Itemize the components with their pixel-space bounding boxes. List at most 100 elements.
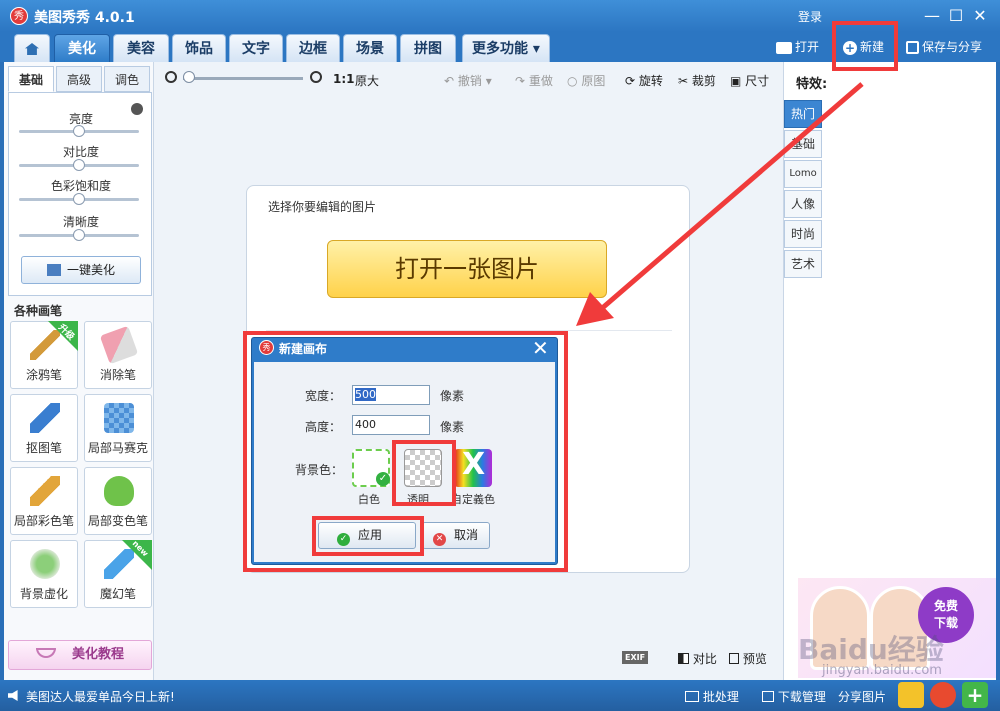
slider-knob[interactable] [73, 125, 85, 137]
preview-button[interactable]: 预览 [729, 650, 767, 667]
undo-button[interactable]: ↶ 撤销 ▾ [444, 72, 492, 89]
dialog-close-icon[interactable]: ✕ [532, 336, 549, 360]
batch-button[interactable]: 批处理 [685, 688, 739, 705]
zoom-slider-knob[interactable] [183, 71, 195, 83]
slider-knob[interactable] [73, 229, 85, 241]
saturation-slider[interactable] [19, 193, 139, 205]
preview-icon [729, 653, 739, 664]
tab-makeup[interactable]: 美容 [113, 34, 169, 62]
share-image-button[interactable]: 分享图片 [838, 688, 886, 705]
compare-button[interactable]: 对比 [678, 650, 717, 667]
tab-accessories[interactable]: 饰品 [172, 34, 226, 62]
watermark-url: jingyan.baidu.com [822, 663, 942, 678]
maximize-button[interactable]: ☐ [946, 6, 966, 26]
zoom-slider[interactable] [183, 77, 303, 80]
apply-button[interactable]: ✓ 应用 [318, 522, 416, 549]
fx-tab-lomo[interactable]: Lomo [784, 160, 822, 188]
resize-button[interactable]: ▣ 尺寸 [730, 72, 769, 89]
title-bar: 秀 美图秀秀 4.0.1 登录 — ☐ ✕ [0, 0, 1000, 32]
brush-label: 局部马赛克 [87, 441, 148, 455]
fx-tab-fashion[interactable]: 时尚 [784, 220, 822, 248]
paint-brush-icon [30, 476, 60, 506]
brush-recolor[interactable]: 局部变色笔 [84, 467, 152, 535]
contrast-slider[interactable] [19, 159, 139, 171]
tab-more[interactable]: 更多功能 ▾ [462, 34, 550, 62]
zoom-in-icon[interactable] [310, 71, 322, 83]
sharpness-label: 清晰度 [62, 215, 99, 229]
height-input[interactable]: 400 [352, 415, 430, 435]
minimize-button[interactable]: — [922, 6, 942, 26]
brush-bg-blur[interactable]: 背景虚化 [10, 540, 78, 608]
slider-knob[interactable] [73, 159, 85, 171]
brush-mosaic[interactable]: 局部马赛克 [84, 394, 152, 462]
brush-label: 局部彩色笔 [13, 514, 74, 528]
bg-color-label: 背景色： [295, 463, 344, 477]
bg-transparent-swatch[interactable] [404, 449, 442, 487]
zoom-ratio[interactable]: 1:1 [333, 72, 355, 86]
mosaic-icon [104, 403, 134, 433]
rotate-label: 旋转 [638, 74, 663, 88]
plus-icon[interactable]: + [962, 682, 988, 708]
download-manager-button[interactable]: 下载管理 [762, 688, 826, 705]
brush-magic[interactable]: new 魔幻笔 [84, 539, 152, 608]
cancel-label: 取消 [454, 528, 479, 542]
status-message[interactable]: 美图达人最爱单品今日上新! [26, 688, 175, 705]
subtab-tone[interactable]: 调色 [104, 66, 150, 92]
speaker-icon [8, 690, 18, 701]
redo-button[interactable]: ↷ 重做 [515, 72, 553, 89]
brush-eraser[interactable]: 消除笔 [84, 321, 152, 389]
cancel-circle-icon: ✕ [433, 533, 446, 546]
login-link[interactable]: 登录 [798, 8, 822, 25]
beautify-tutorial-button[interactable]: 美化教程 [8, 640, 152, 670]
zoom-out-icon[interactable] [165, 71, 177, 83]
subtab-basic[interactable]: 基础 [8, 66, 54, 92]
new-canvas-label: 新建 [860, 40, 885, 54]
home-icon [25, 43, 39, 55]
exif-badge[interactable]: EXIF [622, 651, 649, 664]
open-file-button[interactable]: 打开 [776, 38, 819, 55]
tab-collage[interactable]: 拼图 [400, 34, 456, 62]
chevron-down-icon[interactable]: ▾ [486, 74, 492, 88]
brush-cutout[interactable]: 抠图笔 [10, 394, 78, 462]
one-key-beautify-button[interactable]: 一键美化 [21, 256, 141, 284]
original-image-button[interactable]: ○ 原图 [567, 72, 605, 89]
preview-label: 预览 [742, 652, 767, 666]
tab-home[interactable] [14, 34, 50, 62]
tab-beautify[interactable]: 美化 [54, 34, 110, 62]
original-size-button[interactable]: 原大 [355, 72, 379, 89]
brush-section-title: 各种画笔 [14, 304, 63, 318]
fx-tab-art[interactable]: 艺术 [784, 250, 822, 278]
subtab-advanced[interactable]: 高级 [56, 66, 102, 92]
tab-frame[interactable]: 边框 [286, 34, 340, 62]
effects-title: 特效: [796, 77, 828, 92]
width-input[interactable]: 500 [352, 385, 430, 405]
fx-tab-portrait[interactable]: 人像 [784, 190, 822, 218]
slider-knob[interactable] [73, 193, 85, 205]
open-image-button[interactable]: 打开一张图片 [327, 240, 607, 298]
tab-scene[interactable]: 场景 [343, 34, 397, 62]
width-value: 500 [355, 388, 376, 401]
star-icon[interactable] [898, 682, 924, 708]
cancel-button[interactable]: ✕ 取消 [422, 522, 490, 549]
batch-label: 批处理 [702, 690, 739, 704]
crop-button[interactable]: ✂ 裁剪 [678, 72, 716, 89]
fx-tab-hot[interactable]: 热门 [784, 100, 822, 128]
weibo-icon[interactable] [930, 682, 956, 708]
rotate-button[interactable]: ⟳ 旋转 [625, 72, 663, 89]
brush-label: 消除笔 [99, 368, 136, 382]
fx-tab-basic[interactable]: 基础 [784, 130, 822, 158]
hand-icon [35, 648, 56, 658]
blur-icon [30, 549, 60, 579]
width-label: 宽度： [305, 389, 342, 403]
sharpness-slider[interactable] [19, 229, 139, 241]
close-button[interactable]: ✕ [970, 6, 990, 26]
tab-text[interactable]: 文字 [229, 34, 283, 62]
brush-local-color[interactable]: 局部彩色笔 [10, 467, 78, 535]
resize-icon: ▣ [730, 74, 742, 88]
save-share-button[interactable]: 保存与分享 [906, 38, 982, 55]
brush-doodle[interactable]: 升级 涂鸦笔 [10, 321, 78, 389]
new-canvas-button[interactable]: + 新建 [843, 38, 884, 55]
batch-icon [685, 691, 699, 702]
brightness-slider[interactable] [19, 125, 139, 137]
download-icon [762, 691, 774, 702]
